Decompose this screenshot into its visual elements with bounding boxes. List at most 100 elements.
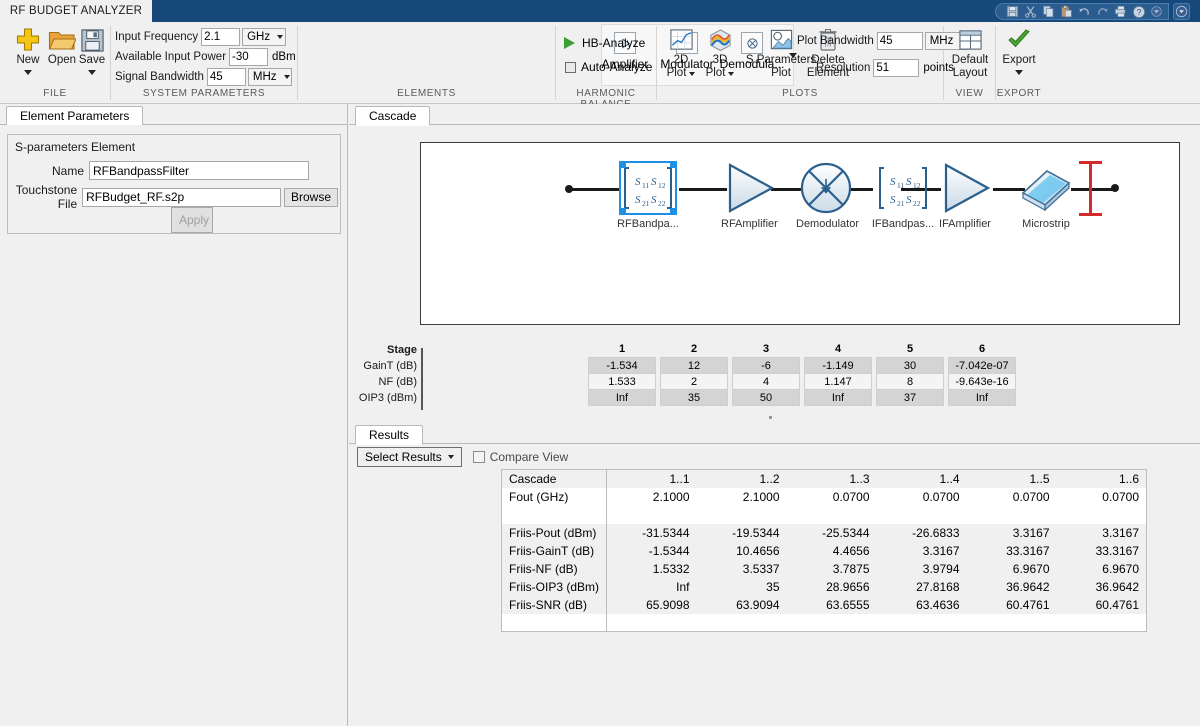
svg-text:11: 11 — [642, 181, 649, 190]
save-icon[interactable] — [1004, 4, 1021, 19]
table-row[interactable]: Fout (GHz) 2.1000 2.1000 0.0700 0.0700 0… — [502, 488, 1147, 506]
export-menu-caret-icon[interactable] — [997, 70, 1041, 75]
stage-3-gaint[interactable]: -6 — [732, 357, 800, 374]
results-cell: 60.4761 — [967, 596, 1057, 614]
stage-2-nf[interactable]: 2 — [660, 373, 728, 390]
s-parameters-icon: S 11 S 12 S 21 S 22 — [619, 161, 677, 215]
available-input-power-input[interactable] — [229, 48, 268, 66]
table-spacer-row — [502, 614, 1147, 632]
resolution-input[interactable] — [873, 59, 919, 77]
cut-icon[interactable] — [1022, 4, 1039, 19]
tab-results-label: Results — [369, 428, 409, 442]
results-row-label: Fout (GHz) — [502, 488, 607, 506]
stage-1-oip3[interactable]: Inf — [588, 389, 656, 406]
stage-5-gaint[interactable]: 30 — [876, 357, 944, 374]
results-cell: 0.0700 — [1057, 488, 1147, 506]
stage-number-2: 2 — [660, 342, 728, 358]
stage-6-oip3[interactable]: Inf — [948, 389, 1016, 406]
browse-button[interactable]: Browse — [284, 188, 338, 207]
results-cell: 63.4636 — [877, 596, 967, 614]
tab-cascade[interactable]: Cascade — [355, 106, 430, 126]
touchstone-file-input[interactable] — [82, 188, 281, 207]
input-frequency-unit-select[interactable]: GHz — [242, 28, 286, 46]
copy-icon[interactable] — [1040, 4, 1057, 19]
window-menu-icon[interactable] — [1173, 3, 1190, 20]
select-results-button[interactable]: Select Results — [357, 447, 462, 467]
auto-analyze-checkbox[interactable]: Auto-Analyze — [565, 60, 652, 74]
export-button[interactable]: Export — [997, 26, 1041, 75]
spacer-cell — [1057, 506, 1147, 524]
table-row[interactable]: Friis-NF (dB) 1.5332 3.5337 3.7875 3.979… — [502, 560, 1147, 578]
stage-column-1: 1 -1.534 1.533 Inf — [588, 342, 656, 406]
cascade-diagram[interactable]: S 11 S 12 S 21 S 22 RFBandpa... — [420, 142, 1180, 325]
ribbon-group-harmonic-balance: HB-Analyze Auto-Analyze — [556, 22, 656, 88]
table-row[interactable]: Friis-SNR (dB) 65.9098 63.9094 63.6555 6… — [502, 596, 1147, 614]
oip3-label: OIP3 (dBm) — [349, 390, 417, 406]
stage-4-gaint[interactable]: -1.149 — [804, 357, 872, 374]
svg-text:S: S — [635, 194, 641, 206]
table-row[interactable]: Friis-GainT (dB) -1.5344 10.4656 4.4656 … — [502, 542, 1147, 560]
quick-access-more-icon[interactable] — [1148, 4, 1165, 19]
cascade-element-3-label: Demodulator — [796, 218, 856, 230]
plot-bandwidth-input[interactable] — [877, 32, 923, 50]
stage-3-oip3[interactable]: 50 — [732, 389, 800, 406]
cascade-element-1[interactable]: S 11 S 12 S 21 S 22 RFBandpa... — [613, 161, 683, 230]
table-row[interactable]: Friis-Pout (dBm) -31.5344 -19.5344 -25.5… — [502, 524, 1147, 542]
ribbon-group-plots-label: PLOTS — [657, 88, 943, 103]
tab-results[interactable]: Results — [355, 425, 423, 445]
ribbon: New Open Save FILE — [0, 22, 1200, 104]
signal-bandwidth-input[interactable] — [207, 68, 246, 86]
stage-5-nf[interactable]: 8 — [876, 373, 944, 390]
compare-view-checkbox[interactable]: Compare View — [473, 450, 568, 464]
stage-6-gaint[interactable]: -7.042e-07 — [948, 357, 1016, 374]
demodulator-icon — [799, 161, 853, 215]
ribbon-group-plots: 2D Plot 3D Plot — [657, 22, 943, 88]
stage-1-nf[interactable]: 1.533 — [588, 373, 656, 390]
pane-splitter[interactable] — [769, 416, 772, 419]
new-menu-caret-icon[interactable] — [6, 70, 50, 75]
redo-icon[interactable] — [1094, 4, 1111, 19]
paste-icon[interactable] — [1058, 4, 1075, 19]
touchstone-file-label: Touchstone File — [12, 183, 77, 211]
apply-button[interactable]: Apply — [171, 207, 213, 233]
undo-icon[interactable] — [1076, 4, 1093, 19]
chevron-down-icon[interactable] — [689, 72, 695, 76]
stage-4-oip3[interactable]: Inf — [804, 389, 872, 406]
help-icon[interactable]: ? — [1130, 4, 1147, 19]
name-input[interactable] — [89, 161, 309, 180]
stage-summary-table: Stage GainT (dB) NF (dB) OIP3 (dBm) 1 -1… — [349, 342, 1200, 422]
spacer-cell — [697, 506, 787, 524]
input-frequency-unit-label: GHz — [247, 31, 270, 43]
cascade-element-5[interactable]: IFAmplifier — [937, 161, 993, 230]
cascade-element-4[interactable]: S 11 S 12 S 21 S 22 IFBandpas... — [868, 161, 938, 230]
results-cell: 1.5332 — [607, 560, 697, 578]
save-button[interactable]: Save — [70, 26, 114, 75]
save-menu-caret-icon[interactable] — [70, 70, 114, 75]
stage-2-gaint[interactable]: 12 — [660, 357, 728, 374]
cascade-element-2[interactable]: RFAmplifier — [721, 161, 777, 230]
chevron-down-icon[interactable] — [728, 72, 734, 76]
signal-bandwidth-unit-select[interactable]: MHz — [248, 68, 292, 86]
results-cell: 0.0700 — [877, 488, 967, 506]
svg-text:S: S — [651, 194, 657, 206]
print-icon[interactable] — [1112, 4, 1129, 19]
cascade-element-6[interactable]: Microstrip — [1015, 161, 1077, 230]
stage-1-gaint[interactable]: -1.534 — [588, 357, 656, 374]
app-tab[interactable]: RF BUDGET ANALYZER — [0, 0, 152, 22]
input-frequency-input[interactable] — [201, 28, 240, 46]
table-row[interactable]: Friis-OIP3 (dBm) Inf 35 28.9656 27.8168 … — [502, 578, 1147, 596]
cascade-element-3[interactable]: Demodulator — [796, 161, 856, 230]
results-cell: 36.9642 — [1057, 578, 1147, 596]
stage-2-oip3[interactable]: 35 — [660, 389, 728, 406]
stage-5-oip3[interactable]: 37 — [876, 389, 944, 406]
plot-2d-button[interactable]: 2D Plot — [662, 26, 700, 80]
hb-analyze-button[interactable]: HB-Analyze — [564, 36, 645, 50]
tab-element-parameters[interactable]: Element Parameters — [6, 106, 143, 126]
stage-4-nf[interactable]: 1.147 — [804, 373, 872, 390]
stage-number-6: 6 — [948, 342, 1016, 358]
plot-3d-button[interactable]: 3D Plot — [701, 26, 739, 80]
stage-6-nf[interactable]: -9.643e-16 — [948, 373, 1016, 390]
default-layout-button[interactable]: Default Layout — [947, 26, 993, 80]
auto-analyze-label: Auto-Analyze — [581, 60, 652, 74]
stage-3-nf[interactable]: 4 — [732, 373, 800, 390]
